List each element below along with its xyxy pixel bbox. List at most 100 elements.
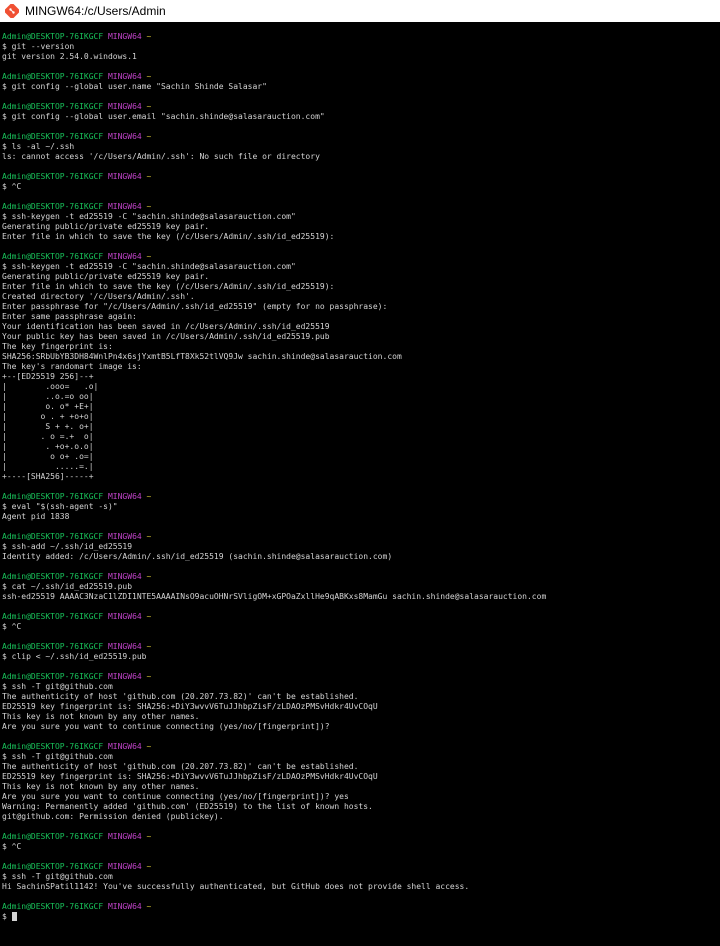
prompt-line: Admin@DESKTOP-76IKGCF MINGW64 ~ [2, 202, 546, 212]
output-line: Generating public/private ed25519 key pa… [2, 272, 210, 281]
prompt-shell: MINGW64 [107, 252, 142, 261]
prompt-user: Admin@DESKTOP-76IKGCF [2, 532, 104, 541]
prompt-user: Admin@DESKTOP-76IKGCF [2, 252, 104, 261]
prompt-dir: ~ [146, 902, 152, 911]
prompt-line: Admin@DESKTOP-76IKGCF MINGW64 ~ [2, 742, 546, 752]
output-line: The authenticity of host 'github.com (20… [2, 692, 359, 701]
prompt-shell: MINGW64 [107, 742, 142, 751]
output-line: | ..o.=o oo| [2, 392, 94, 401]
output-line: $ ls -al ~/.ssh [2, 142, 75, 151]
prompt-line: Admin@DESKTOP-76IKGCF MINGW64 ~ [2, 902, 546, 912]
prompt-dir: ~ [146, 132, 152, 141]
window-titlebar[interactable]: MINGW64:/c/Users/Admin [0, 0, 720, 22]
prompt-line: Admin@DESKTOP-76IKGCF MINGW64 ~ [2, 32, 546, 42]
prompt-line: Admin@DESKTOP-76IKGCF MINGW64 ~ [2, 862, 546, 872]
output-line: Enter file in which to save the key (/c/… [2, 232, 335, 241]
prompt-dir: ~ [146, 862, 152, 871]
output-line: $ git --version [2, 42, 75, 51]
output-line: $ ssh-add ~/.ssh/id_ed25519 [2, 542, 133, 551]
output-line: $ ssh -T git@github.com [2, 752, 113, 761]
output-line: $ ^C [2, 182, 22, 191]
prompt-dir: ~ [146, 72, 152, 81]
output-line: $ git config --global user.email "sachin… [2, 112, 325, 121]
output-line: ED25519 key fingerprint is: SHA256:+DiY3… [2, 702, 378, 711]
output-line: Agent pid 1838 [2, 512, 70, 521]
output-line: | o. o* +E+| [2, 402, 94, 411]
prompt-user: Admin@DESKTOP-76IKGCF [2, 902, 104, 911]
output-line: The authenticity of host 'github.com (20… [2, 762, 359, 771]
prompt-shell: MINGW64 [107, 172, 142, 181]
prompt-shell: MINGW64 [107, 612, 142, 621]
output-line: Warning: Permanently added 'github.com' … [2, 802, 373, 811]
output-line: | .....=.| [2, 462, 94, 471]
output-line: | o o+ .o=| [2, 452, 94, 461]
output-line: Your public key has been saved in /c/Use… [2, 332, 330, 341]
prompt-shell: MINGW64 [107, 902, 142, 911]
output-line: ssh-ed25519 AAAAC3NzaC1lZDI1NTE5AAAAINsO… [2, 592, 547, 601]
prompt-line: Admin@DESKTOP-76IKGCF MINGW64 ~ [2, 642, 546, 652]
prompt-user: Admin@DESKTOP-76IKGCF [2, 862, 104, 871]
output-line: $ ^C [2, 622, 22, 631]
window-title: MINGW64:/c/Users/Admin [25, 4, 166, 18]
output-line: This key is not known by any other names… [2, 712, 200, 721]
prompt-user: Admin@DESKTOP-76IKGCF [2, 172, 104, 181]
prompt-shell: MINGW64 [107, 862, 142, 871]
prompt-shell: MINGW64 [107, 832, 142, 841]
prompt-dir: ~ [146, 832, 152, 841]
prompt-dir: ~ [146, 492, 152, 501]
output-line: $ ssh-keygen -t ed25519 -C "sachin.shind… [2, 262, 296, 271]
output-line: Hi SachinSPatil1142! You've successfully… [2, 882, 470, 891]
output-line: This key is not known by any other names… [2, 782, 200, 791]
prompt-dir: ~ [146, 32, 152, 41]
prompt-shell: MINGW64 [107, 202, 142, 211]
prompt-dir: ~ [146, 572, 152, 581]
prompt-shell: MINGW64 [107, 492, 142, 501]
output-line: Enter file in which to save the key (/c/… [2, 282, 335, 291]
terminal-output[interactable]: Admin@DESKTOP-76IKGCF MINGW64 ~ $ git --v… [0, 22, 720, 946]
input-prompt: $ [2, 912, 12, 921]
prompt-dir: ~ [146, 252, 152, 261]
prompt-dir: ~ [146, 102, 152, 111]
prompt-shell: MINGW64 [107, 102, 142, 111]
prompt-user: Admin@DESKTOP-76IKGCF [2, 572, 104, 581]
output-line: $ ssh -T git@github.com [2, 682, 113, 691]
terminal-lines: Admin@DESKTOP-76IKGCF MINGW64 ~ $ git --v… [2, 32, 546, 922]
prompt-line: Admin@DESKTOP-76IKGCF MINGW64 ~ [2, 832, 546, 842]
prompt-shell: MINGW64 [107, 642, 142, 651]
prompt-line: Admin@DESKTOP-76IKGCF MINGW64 ~ [2, 672, 546, 682]
output-line: Identity added: /c/Users/Admin/.ssh/id_e… [2, 552, 393, 561]
prompt-dir: ~ [146, 672, 152, 681]
prompt-shell: MINGW64 [107, 72, 142, 81]
output-line: +--[ED25519 256]--+ [2, 372, 94, 381]
prompt-user: Admin@DESKTOP-76IKGCF [2, 202, 104, 211]
output-line: $ ssh-keygen -t ed25519 -C "sachin.shind… [2, 212, 296, 221]
input-line[interactable]: $ [2, 912, 546, 922]
output-line: ls: cannot access '/c/Users/Admin/.ssh':… [2, 152, 320, 161]
output-line: $ git config --global user.name "Sachin … [2, 82, 267, 91]
prompt-line: Admin@DESKTOP-76IKGCF MINGW64 ~ [2, 492, 546, 502]
output-line: SHA256:SRbUbYB3DH84WnlPn4x6sjYxmtB5LfT8X… [2, 352, 402, 361]
prompt-user: Admin@DESKTOP-76IKGCF [2, 642, 104, 651]
prompt-user: Admin@DESKTOP-76IKGCF [2, 72, 104, 81]
prompt-dir: ~ [146, 612, 152, 621]
prompt-line: Admin@DESKTOP-76IKGCF MINGW64 ~ [2, 532, 546, 542]
output-line: git version 2.54.0.windows.1 [2, 52, 137, 61]
prompt-shell: MINGW64 [107, 672, 142, 681]
prompt-user: Admin@DESKTOP-76IKGCF [2, 102, 104, 111]
prompt-shell: MINGW64 [107, 132, 142, 141]
text-cursor [11, 912, 17, 921]
output-line: $ clip < ~/.ssh/id_ed25519.pub [2, 652, 147, 661]
output-line: Enter passphrase for "/c/Users/Admin/.ss… [2, 302, 388, 311]
prompt-line: Admin@DESKTOP-76IKGCF MINGW64 ~ [2, 572, 546, 582]
prompt-dir: ~ [146, 202, 152, 211]
